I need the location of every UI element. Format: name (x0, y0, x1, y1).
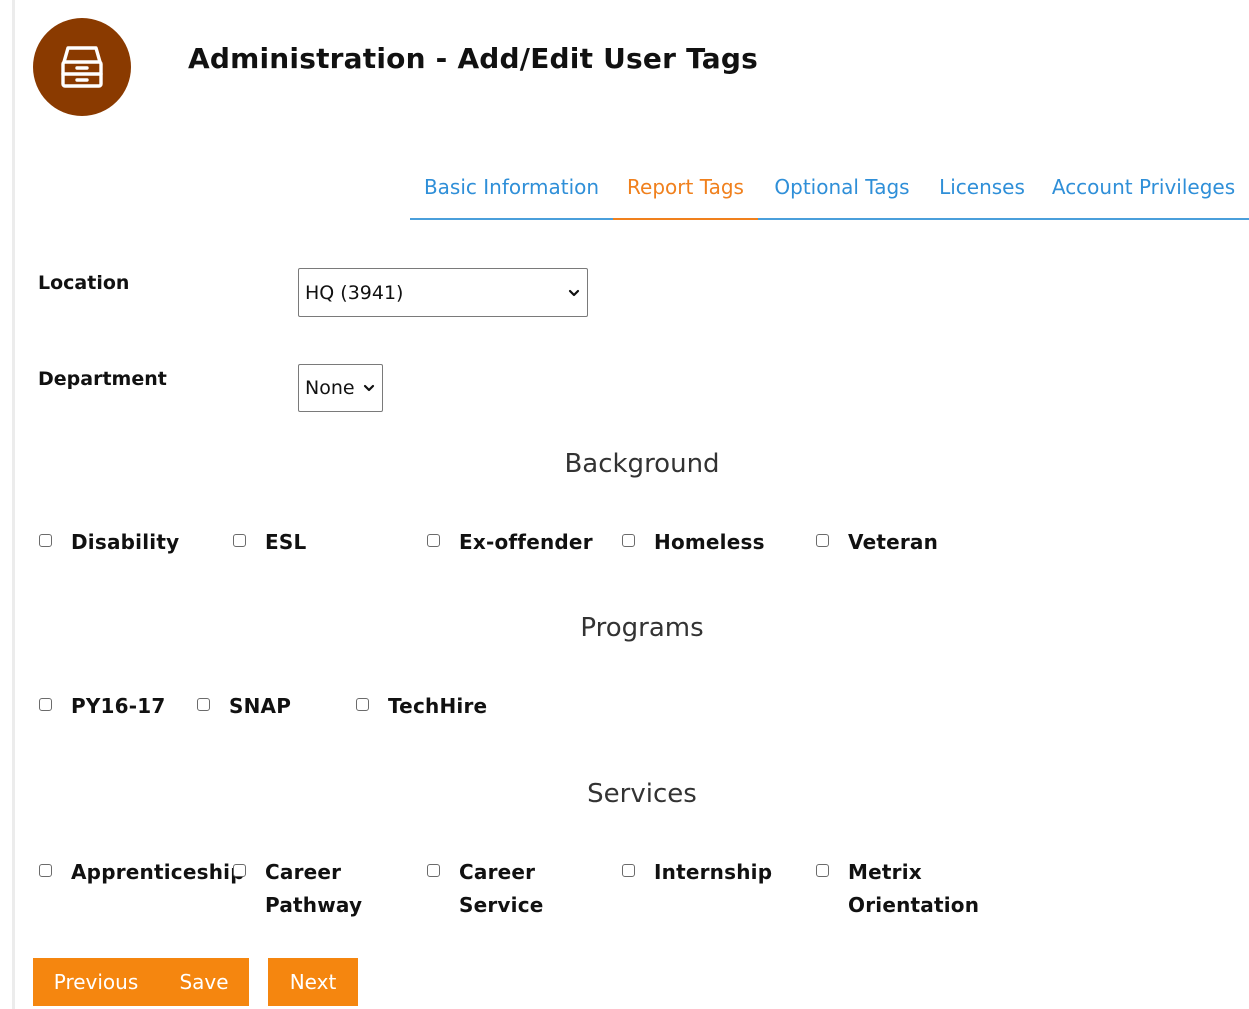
checkbox-label: TechHire (388, 694, 488, 718)
tab-basic-information[interactable]: Basic Information (410, 168, 613, 218)
veteran-checkbox[interactable] (816, 534, 829, 547)
checkbox-label: Apprenticeship (71, 860, 245, 884)
checkbox-item-ex-offender: Ex-offender (427, 526, 593, 559)
checkbox-label: ESL (265, 530, 307, 554)
location-label: Location (38, 272, 130, 294)
department-select-value: None (305, 377, 355, 399)
location-select-value: HQ (3941) (305, 281, 404, 304)
homeless-checkbox[interactable] (622, 534, 635, 547)
checkbox-label: PY16-17 (71, 694, 166, 718)
metrix-orientation-checkbox[interactable] (816, 864, 829, 877)
tab-account-privileges[interactable]: Account Privileges (1038, 168, 1249, 218)
logo (33, 18, 131, 116)
checkbox-item-career-pathway: Career Pathway (233, 856, 362, 922)
checkbox-item-techhire: TechHire (356, 690, 487, 723)
checkbox-item-disability: Disability (39, 526, 179, 559)
chevron-down-icon (363, 384, 375, 392)
disability-checkbox[interactable] (39, 534, 52, 547)
background-section-title: Background (564, 449, 720, 479)
left-border (12, 0, 15, 1009)
checkbox-label: Veteran (848, 530, 939, 554)
department-label: Department (38, 368, 167, 390)
checkbox-label: Career Pathway (265, 860, 363, 917)
ex-offender-checkbox[interactable] (427, 534, 440, 547)
department-select[interactable]: None (298, 364, 383, 412)
archive-drawer-icon (61, 46, 103, 88)
location-select[interactable]: HQ (3941) (298, 268, 588, 317)
next-button[interactable]: Next (268, 958, 358, 1006)
esl-checkbox[interactable] (233, 534, 246, 547)
tab-licenses[interactable]: Licenses (926, 168, 1038, 218)
checkbox-label: Disability (71, 530, 180, 554)
apprenticeship-checkbox[interactable] (39, 864, 52, 877)
checkbox-label: Career Service (459, 860, 544, 917)
previous-button[interactable]: Previous (33, 958, 159, 1006)
techhire-checkbox[interactable] (356, 698, 369, 711)
checkbox-label: Internship (654, 860, 773, 884)
tab-report-tags[interactable]: Report Tags (613, 168, 758, 220)
checkbox-item-career-service: Career Service (427, 856, 544, 922)
checkbox-item-metrix-orientation: Metrix Orientation (816, 856, 979, 922)
checkbox-label: Metrix Orientation (848, 860, 980, 917)
save-button[interactable]: Save (159, 958, 249, 1006)
page-title: Administration - Add/Edit User Tags (188, 42, 758, 75)
programs-section-title: Programs (580, 613, 704, 643)
checkbox-item-homeless: Homeless (622, 526, 765, 559)
tab-optional-tags[interactable]: Optional Tags (758, 168, 926, 218)
career-service-checkbox[interactable] (427, 864, 440, 877)
checkbox-label: SNAP (229, 694, 292, 718)
services-section-title: Services (587, 779, 697, 809)
tab-bar: Basic Information Report Tags Optional T… (410, 168, 1249, 220)
checkbox-item-py16-17: PY16-17 (39, 690, 166, 723)
chevron-down-icon (568, 289, 580, 296)
checkbox-label: Ex-offender (459, 530, 593, 554)
checkbox-item-apprenticeship: Apprenticeship (39, 856, 245, 889)
checkbox-item-esl: ESL (233, 526, 306, 559)
py16-17-checkbox[interactable] (39, 698, 52, 711)
snap-checkbox[interactable] (197, 698, 210, 711)
checkbox-item-internship: Internship (622, 856, 772, 889)
checkbox-item-veteran: Veteran (816, 526, 938, 559)
checkbox-label: Homeless (654, 530, 765, 554)
career-pathway-checkbox[interactable] (233, 864, 246, 877)
internship-checkbox[interactable] (622, 864, 635, 877)
checkbox-item-snap: SNAP (197, 690, 291, 723)
